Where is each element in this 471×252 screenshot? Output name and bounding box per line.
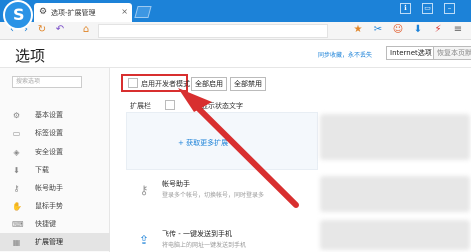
- gear-icon: ⚙: [12, 110, 21, 120]
- menu-icon[interactable]: ≡: [452, 24, 464, 36]
- star-icon[interactable]: ★: [352, 24, 364, 36]
- sidebar-item-security[interactable]: ◈ 安全设置: [0, 143, 110, 161]
- sync-link[interactable]: 同步收藏，永不丢失: [318, 50, 372, 59]
- send-icon: ⇪: [138, 233, 150, 247]
- grid-icon: ▦: [12, 237, 21, 247]
- sidebar-item-label: 下载: [35, 166, 49, 174]
- logo-letter: S: [13, 5, 25, 24]
- show-status-checkbox[interactable]: [165, 100, 175, 110]
- undo-icon[interactable]: ↶: [54, 24, 66, 36]
- sidebar-item-label: 基本设置: [35, 111, 63, 119]
- blurred-extension-column: [318, 112, 471, 252]
- hand-icon: ✋: [12, 201, 22, 211]
- show-status-label: 显示状态文字: [201, 102, 243, 110]
- info-icon[interactable]: ℹ: [400, 3, 411, 14]
- smiley-icon[interactable]: ☺: [392, 24, 404, 36]
- sidebar-item-basic[interactable]: ⚙ 基本设置: [0, 106, 110, 124]
- sidebar-item-label: 扩展管理: [35, 238, 63, 246]
- scissors-icon[interactable]: ✂: [372, 24, 384, 36]
- browser-window: S ⚙ 选项-扩展管理 × ℹ ▭ – ‹ › ↻ ↶ ⌂ ★ ✂ ☺ ⬇ ⚡ …: [0, 0, 471, 252]
- download-icon[interactable]: ⬇: [412, 24, 424, 36]
- refresh-icon[interactable]: ↻: [36, 24, 48, 36]
- internet-options-button[interactable]: Internet选项: [386, 46, 436, 60]
- search-input[interactable]: 搜索选项: [12, 76, 82, 88]
- sidebar-item-shortcut[interactable]: ⌨ 快捷键: [0, 215, 110, 233]
- restore-defaults-button[interactable]: 恢复本页默认: [433, 46, 471, 60]
- sidebar-item-tabs[interactable]: ▭ 标签设置: [0, 124, 110, 142]
- sidebar-item-account[interactable]: ⚷ 帐号助手: [0, 179, 110, 197]
- ext-bar-label: 扩展栏: [130, 102, 151, 110]
- tab-close-icon[interactable]: ×: [121, 7, 128, 16]
- extension-name: 飞传 - 一键发送到手机: [162, 230, 232, 238]
- sidebar-item-gesture[interactable]: ✋ 鼠标手势: [0, 197, 110, 215]
- sidebar-item-label: 标签设置: [35, 129, 63, 137]
- restore-icon[interactable]: ▭: [422, 3, 433, 14]
- extension-desc: 将电脑上的网址一键发送到手机: [162, 242, 247, 249]
- browser-logo[interactable]: S: [3, 0, 33, 30]
- minimize-icon[interactable]: –: [444, 3, 455, 14]
- gear-icon: ⚙: [39, 7, 48, 17]
- sidebar-item-label: 鼠标手势: [35, 202, 63, 210]
- blurred-block: [320, 220, 470, 250]
- sidebar-item-download[interactable]: ⬇ 下载: [0, 161, 110, 179]
- dev-mode-checkbox[interactable]: [128, 78, 138, 88]
- get-more-extensions-link[interactable]: + 获取更多扩展: [178, 138, 228, 148]
- toolbar: ‹ › ↻ ↶ ⌂ ★ ✂ ☺ ⬇ ⚡ ≡: [0, 22, 471, 40]
- sidebar-item-label: 帐号助手: [35, 184, 63, 192]
- download-icon: ⬇: [13, 165, 20, 175]
- key-icon: ⚷: [139, 183, 149, 197]
- blurred-block: [320, 176, 470, 212]
- disable-all-button[interactable]: 全部禁用: [230, 77, 266, 91]
- key-icon: ⚷: [13, 183, 20, 193]
- sidebar: 搜索选项 ⚙ 基本设置 ▭ 标签设置 ◈ 安全设置 ⬇ 下载 ⚷ 帐号助手 ✋ …: [0, 68, 110, 252]
- home-icon[interactable]: ⌂: [80, 24, 92, 36]
- tab-icon: ▭: [12, 128, 21, 138]
- enable-all-button[interactable]: 全部启用: [191, 77, 227, 91]
- sidebar-item-extensions[interactable]: ▦ 扩展管理: [0, 233, 110, 251]
- dev-mode-label: 启用开发者模式: [141, 80, 190, 88]
- blurred-block: [320, 114, 470, 160]
- extension-item[interactable]: ⚷ 帐号助手 登录多个帐号，切换帐号，同时登录多: [126, 174, 318, 214]
- sidebar-item-label: 安全设置: [35, 148, 63, 156]
- flash-icon[interactable]: ⚡: [432, 24, 444, 36]
- page-title: 选项: [15, 47, 46, 65]
- tab-options[interactable]: ⚙ 选项-扩展管理 ×: [34, 3, 132, 22]
- shield-icon: ◈: [13, 147, 20, 157]
- keyboard-icon: ⌨: [12, 219, 24, 229]
- sidebar-item-label: 快捷键: [35, 220, 56, 228]
- address-bar[interactable]: [98, 24, 328, 38]
- extension-desc: 登录多个帐号，切换帐号，同时登录多: [162, 192, 265, 199]
- extension-item[interactable]: ⇪ 飞传 - 一键发送到手机 将电脑上的网址一键发送到手机: [126, 224, 318, 252]
- extension-name: 帐号助手: [162, 180, 190, 188]
- tab-title: 选项-扩展管理: [51, 8, 96, 17]
